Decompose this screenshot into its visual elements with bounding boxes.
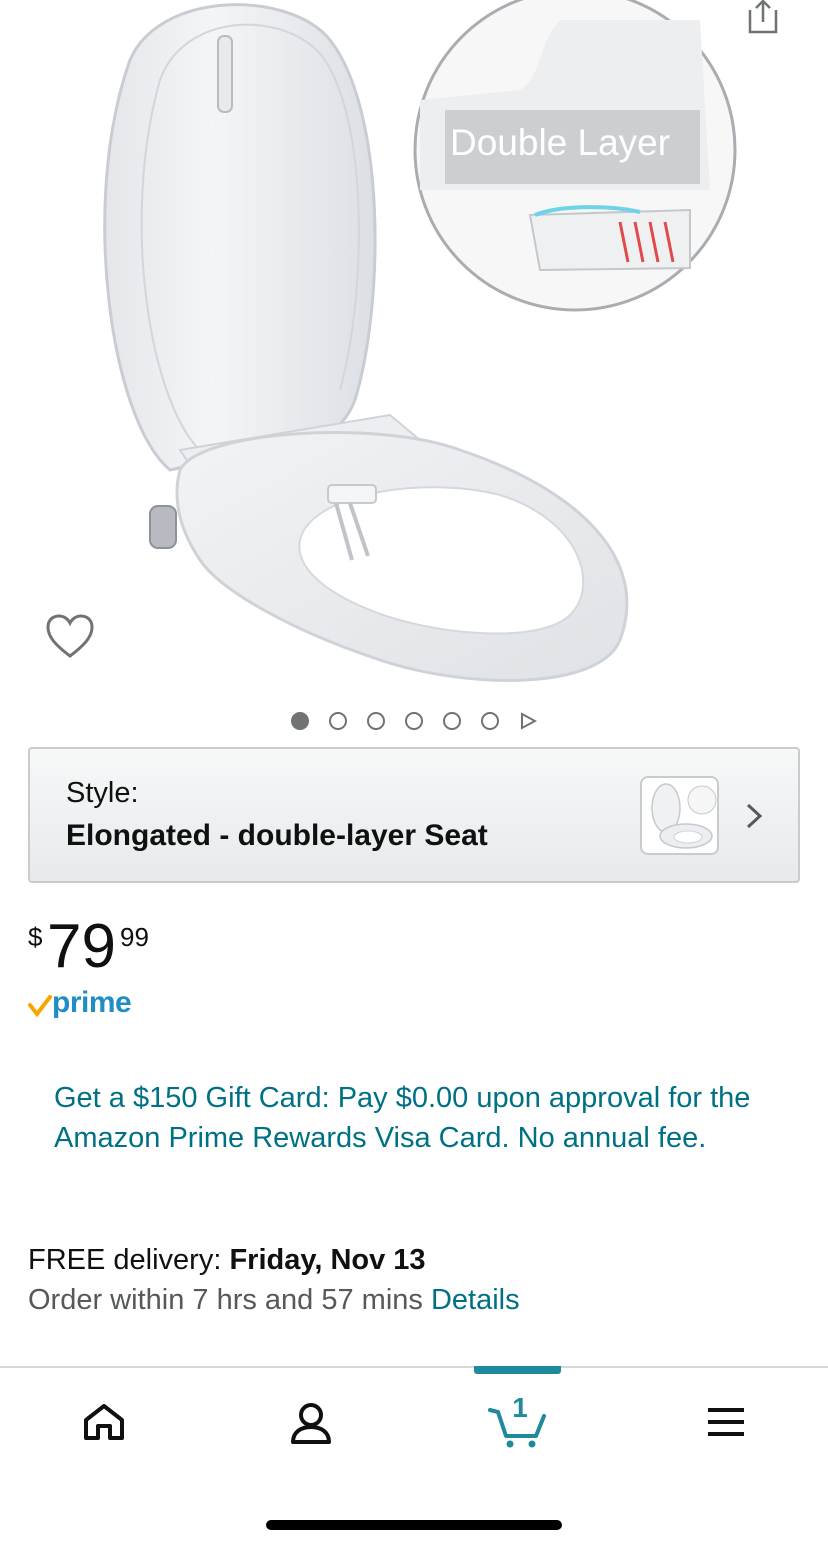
menu-icon	[708, 1408, 744, 1436]
order-within: Order within 7 hrs and 57 mins Details	[28, 1280, 520, 1320]
heart-icon[interactable]	[44, 612, 96, 662]
bottom-navigation: 1	[0, 1366, 828, 1546]
style-thumbnail	[640, 776, 719, 855]
account-icon	[291, 1403, 331, 1444]
image-callout-label: Double Layer	[450, 122, 671, 163]
prime-visa-promo-link[interactable]: Get a $150 Gift Card: Pay $0.00 upon app…	[54, 1078, 774, 1158]
share-icon[interactable]	[740, 0, 784, 40]
style-value: Elongated - double-layer Seat	[66, 819, 488, 852]
delivery-prefix: FREE delivery:	[28, 1244, 230, 1276]
home-icon	[84, 1404, 124, 1440]
home-indicator-bar[interactable]	[266, 1520, 562, 1530]
delivery-info: FREE delivery: Friday, Nov 13	[28, 1240, 426, 1280]
order-within-text: Order within 7 hrs and 57 mins	[28, 1284, 431, 1316]
nav-menu[interactable]	[696, 1394, 756, 1450]
nav-home[interactable]	[74, 1394, 134, 1450]
details-link[interactable]: Details	[431, 1284, 520, 1316]
product-image[interactable]: Double Layer	[0, 0, 828, 700]
active-tab-indicator	[474, 1366, 561, 1374]
delivery-date: Friday, Nov 13	[229, 1244, 426, 1276]
style-label: Style:	[66, 777, 139, 809]
product-photo	[103, 0, 737, 682]
carousel-dot-5[interactable]	[443, 712, 461, 730]
image-carousel-indicator[interactable]	[0, 710, 828, 732]
cart-count-badge: 1	[512, 1392, 528, 1423]
nav-account[interactable]	[281, 1394, 341, 1450]
nav-cart[interactable]: 1	[486, 1392, 550, 1450]
price-whole: 79	[47, 912, 116, 981]
prime-badge: prime	[28, 986, 132, 1020]
carousel-dot-4[interactable]	[405, 712, 423, 730]
carousel-dot-6[interactable]	[481, 712, 499, 730]
carousel-dot-1[interactable]	[291, 712, 309, 730]
chevron-right-icon	[746, 803, 763, 829]
video-play-icon[interactable]	[519, 712, 537, 730]
carousel-dot-2[interactable]	[329, 712, 347, 730]
carousel-dot-3[interactable]	[367, 712, 385, 730]
price-fraction: 99	[120, 922, 149, 952]
price-symbol: $	[28, 922, 43, 952]
style-selector[interactable]: Style: Elongated - double-layer Seat	[28, 747, 800, 883]
prime-check-icon	[28, 995, 52, 1018]
prime-label: prime	[52, 986, 132, 1019]
